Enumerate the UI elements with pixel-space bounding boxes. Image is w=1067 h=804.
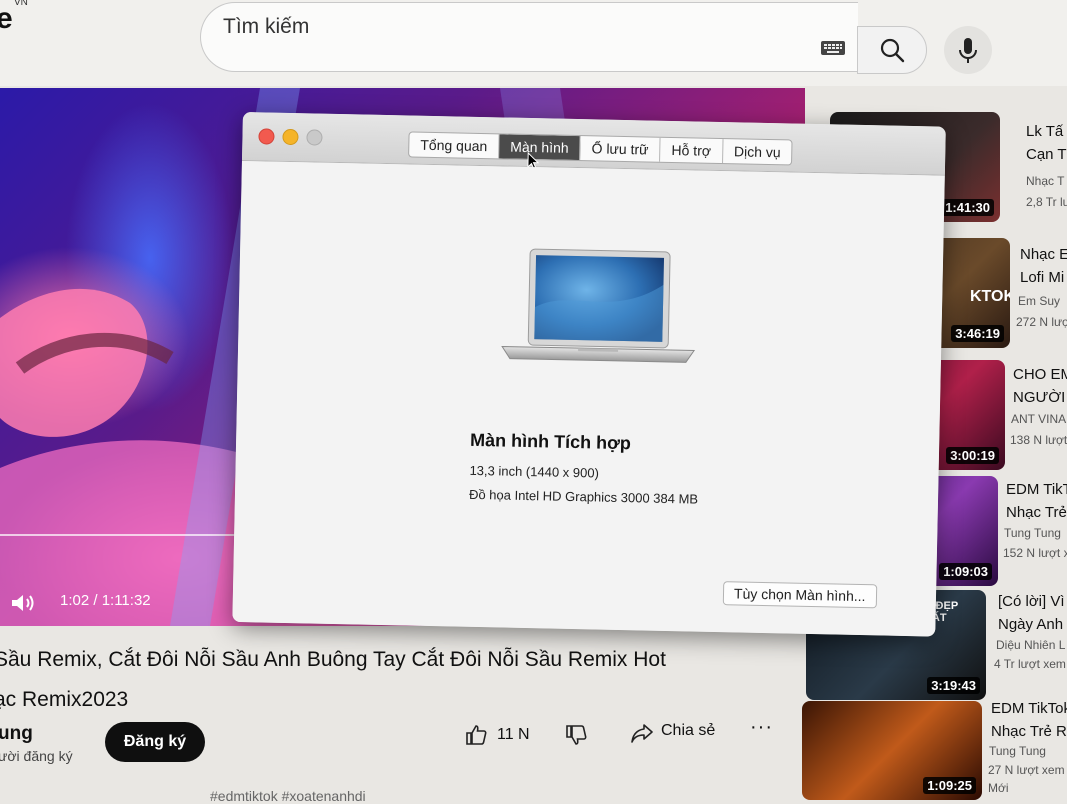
sidebar-video-title[interactable]: CHO EM NGƯỜI E: [1013, 363, 1067, 409]
dialog-tab-bar: Tổng quan Màn hình Ổ lưu trữ Hỗ trợ Dịch…: [408, 131, 793, 166]
close-window-button[interactable]: [258, 128, 275, 145]
minimize-window-button[interactable]: [282, 128, 299, 146]
display-preferences-button[interactable]: Tùy chọn Màn hình...: [722, 581, 877, 609]
sidebar-views: 4 Tr lượt xem: [994, 657, 1066, 671]
youtube-logo[interactable]: e: [0, 2, 13, 36]
mic-icon: [959, 38, 977, 63]
display-info-panel: Màn hình Tích hợp 13,3 inch (1440 x 900)…: [232, 160, 945, 637]
time-readout: 1:02 / 1:11:32: [60, 592, 151, 609]
about-this-mac-window: Tổng quan Màn hình Ổ lưu trữ Hỗ trợ Dịch…: [232, 112, 946, 637]
like-count: 11 N: [497, 726, 530, 743]
sidebar-channel[interactable]: Tung Tung: [1004, 526, 1061, 540]
new-badge: Mới: [988, 781, 1009, 795]
search-button[interactable]: [857, 26, 927, 74]
sidebar-title-line: EDM TikTok: [991, 700, 1067, 717]
sidebar-views: 27 N lượt xem: [988, 763, 1065, 777]
display-resolution: 13,3 inch (1440 x 900): [469, 462, 600, 481]
video-duration: 1:09:03: [939, 563, 992, 580]
voice-search-button[interactable]: [944, 26, 992, 74]
hashtags[interactable]: #edmtiktok #xoatenanhdi: [210, 788, 366, 804]
volume-icon[interactable]: [10, 592, 38, 614]
sidebar-title-line: Nhạc E: [1020, 246, 1067, 263]
video-title-line: ạc Remix2023: [0, 688, 129, 711]
progress-bar[interactable]: [0, 534, 250, 536]
sidebar-title-line: Nhạc Trẻ: [1006, 504, 1067, 521]
sidebar-title-line: CHO EM: [1013, 366, 1067, 383]
video-duration: 3:00:19: [946, 447, 999, 464]
zoom-window-button[interactable]: [306, 129, 323, 146]
laptop-icon: [501, 248, 696, 363]
display-name: Màn hình Tích hợp: [469, 429, 632, 454]
sidebar-video-title[interactable]: Nhạc E Lofi Mi: [1020, 243, 1067, 289]
subscribe-button[interactable]: Đăng ký: [105, 722, 205, 762]
sidebar-video-title[interactable]: EDM TikT Nhạc Trẻ: [1006, 478, 1067, 524]
thumbnail-text: KTOK: [970, 288, 1010, 305]
video-duration: 1:09:25: [923, 777, 976, 794]
dislike-icon[interactable]: [565, 724, 587, 746]
sidebar-views: 138 N lượt: [1010, 433, 1067, 447]
video-duration: 3:19:43: [927, 677, 980, 694]
tab-overview[interactable]: Tổng quan: [409, 132, 500, 159]
sidebar-video-title[interactable]: [Có lời] Vì Ngày Anh N: [998, 590, 1067, 636]
sidebar-views: 272 N lượt: [1016, 315, 1067, 329]
sidebar-channel[interactable]: Em Suy: [1018, 294, 1060, 308]
video-duration: 3:46:19: [951, 325, 1004, 342]
sidebar-views: 2,8 Tr lượt: [1026, 195, 1067, 209]
search-icon: [880, 38, 905, 63]
sidebar-title-line: Nhạc Trẻ Re: [991, 723, 1067, 740]
sidebar-video-title[interactable]: Lk Tấ Cạn T: [1026, 120, 1067, 166]
tab-service[interactable]: Dịch vụ: [723, 139, 792, 164]
sidebar-title-line: Lofi Mi: [1020, 269, 1065, 286]
share-button-label[interactable]: Chia sẻ: [661, 722, 715, 740]
channel-subscribers: ười đăng ký: [0, 748, 73, 764]
sidebar-title-line: Lk Tấ: [1026, 123, 1064, 140]
channel-name[interactable]: ung: [0, 723, 33, 745]
keyboard-icon[interactable]: [820, 40, 846, 56]
video-duration: 1:41:30: [941, 199, 994, 216]
sidebar-video-item[interactable]: 1:09:25 EDM TikTok Nhạc Trẻ Re Tung Tung…: [800, 697, 1067, 800]
search-input[interactable]: [221, 11, 785, 43]
share-icon[interactable]: [630, 722, 654, 744]
more-options-icon[interactable]: ···: [750, 716, 773, 739]
sidebar-channel[interactable]: ANT VINA: [1011, 412, 1066, 426]
tab-displays[interactable]: Màn hình: [499, 134, 581, 161]
like-icon[interactable]: [465, 724, 487, 746]
video-title-line: Sầu Remix, Cắt Đôi Nỗi Sầu Anh Buông Tay…: [0, 648, 666, 671]
sidebar-title-line: [Có lời] Vì: [998, 593, 1065, 610]
search-box[interactable]: [200, 2, 858, 72]
sidebar-channel[interactable]: Tung Tung: [989, 744, 1046, 758]
sidebar-views: 152 N lượt x: [1003, 546, 1067, 560]
sidebar-title-line: Ngày Anh N: [998, 616, 1067, 633]
sidebar-channel[interactable]: Nhạc T: [1026, 174, 1064, 188]
video-title: Sầu Remix, Cắt Đôi Nỗi Sầu Anh Buông Tay…: [0, 640, 794, 720]
sidebar-title-line: Cạn T: [1026, 146, 1067, 163]
video-thumbnail[interactable]: 1:09:25: [802, 701, 982, 800]
display-graphics: Đồ họa Intel HD Graphics 3000 384 MB: [468, 486, 699, 507]
tab-support[interactable]: Hỗ trợ: [660, 137, 724, 164]
tab-storage[interactable]: Ổ lưu trữ: [580, 136, 661, 162]
logo-region-label: VN: [14, 0, 28, 8]
sidebar-video-title[interactable]: EDM TikTok Nhạc Trẻ Re: [991, 697, 1067, 743]
sidebar-title-line: EDM TikT: [1006, 481, 1067, 498]
sidebar-channel[interactable]: Diệu Nhiên L: [996, 638, 1065, 652]
sidebar-title-line: NGƯỜI E: [1013, 389, 1067, 406]
